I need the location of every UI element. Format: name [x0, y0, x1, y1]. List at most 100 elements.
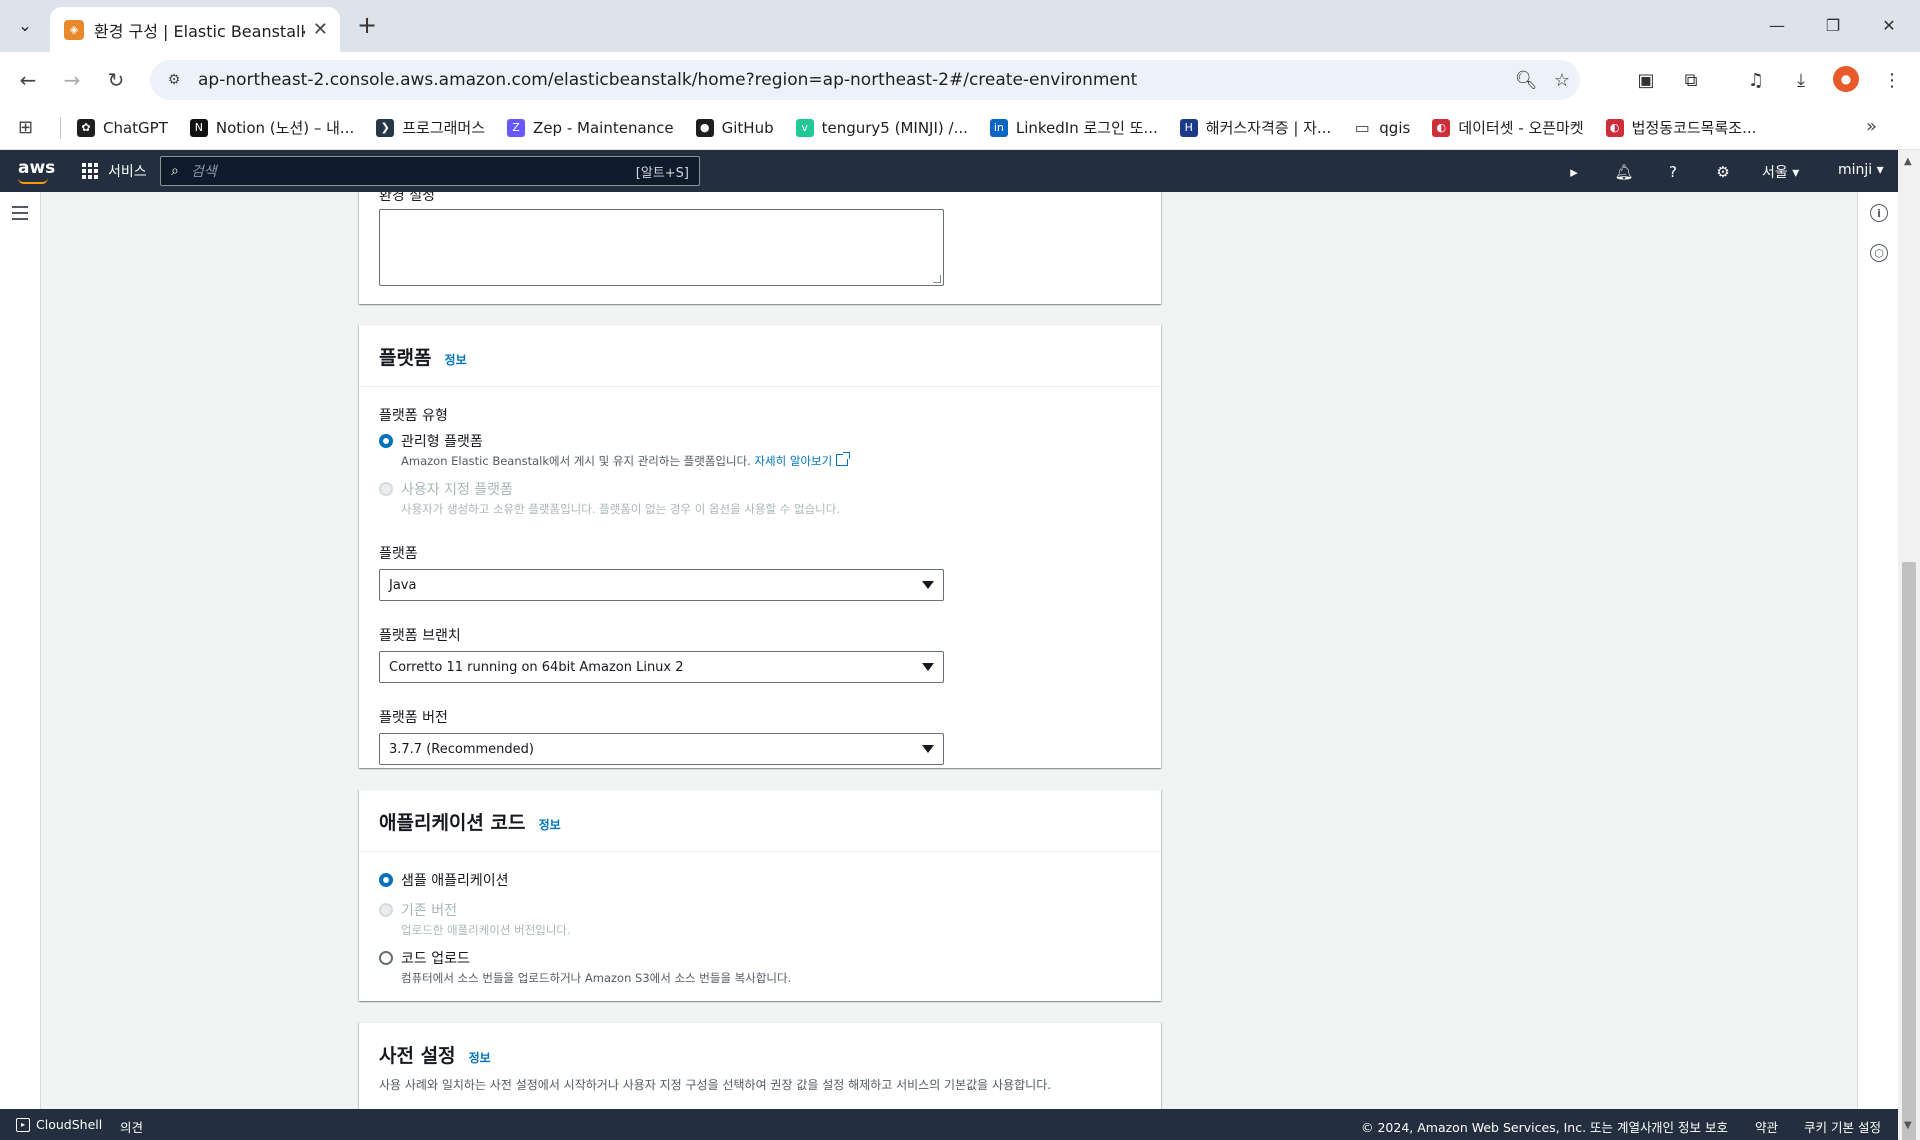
platform-branch-label: 플랫폼 브랜치	[379, 628, 461, 644]
sample-application-label: 샘플 애플리케이션	[401, 873, 509, 889]
back-arrow-icon[interactable]: ←	[12, 64, 44, 96]
bookmark-item[interactable]: ▭ qgis	[1353, 118, 1411, 137]
managed-platform-option[interactable]: 관리형 플랫폼 Amazon Elastic Beanstalk에서 게시 및 …	[379, 431, 1141, 469]
bookmark-label: tengury5 (MINJI) /...	[821, 118, 968, 137]
tab-groups-icon[interactable]: ▣	[1630, 64, 1662, 96]
bookmark-label: GitHub	[721, 118, 774, 137]
platform-panel-header: 플랫폼 정보	[359, 325, 1161, 387]
terms-link[interactable]: 약관	[1755, 1117, 1778, 1136]
help-icon[interactable]: ?	[1662, 161, 1684, 183]
url-text[interactable]: ap-northeast-2.console.aws.amazon.com/el…	[198, 70, 1508, 90]
feedback-link[interactable]: 의견	[120, 1117, 143, 1136]
upload-code-option[interactable]: 코드 업로드 컴퓨터에서 소스 번들을 업로드하거나 Amazon S3에서 소…	[379, 948, 1141, 986]
sample-application-option[interactable]: 샘플 애플리케이션	[379, 870, 1141, 890]
managed-platform-radio[interactable]	[379, 434, 393, 448]
bookmark-star-icon[interactable]: ☆	[1544, 70, 1580, 91]
bookmark-item[interactable]: Z Zep - Maintenance	[507, 118, 674, 137]
existing-version-radio	[379, 903, 393, 917]
page-scrollbar[interactable]: ▲ ▼	[1898, 150, 1920, 1140]
bookmark-item[interactable]: v tengury5 (MINJI) /...	[795, 118, 968, 137]
region-selector[interactable]: 서울 ▾	[1762, 162, 1799, 182]
forward-arrow-icon[interactable]: →	[56, 64, 88, 96]
platform-select[interactable]: Java	[379, 569, 944, 601]
extensions-puzzle-icon[interactable]: ⧉	[1675, 64, 1707, 96]
tutorial-hexagon-icon[interactable]: ⬡	[1870, 244, 1888, 262]
tab-close-icon[interactable]: ✕	[313, 19, 328, 40]
programmers-icon: ❯	[376, 118, 395, 137]
bookmark-label: ChatGPT	[103, 118, 168, 137]
aws-search-input[interactable]: ⌕ 검색 [알트+S]	[160, 156, 700, 186]
browser-tab-active[interactable]: ◈ 환경 구성 | Elastic Beanstalk | ... ✕	[50, 7, 340, 52]
privacy-link[interactable]: 개인 정보 보호	[1651, 1117, 1728, 1136]
korea-icon: ◐	[1605, 118, 1624, 137]
application-code-title: 애플리케이션 코드	[379, 812, 526, 834]
media-control-icon[interactable]: ♫	[1740, 64, 1772, 96]
bookmarks-overflow-chevron-icon[interactable]: »	[1866, 116, 1877, 137]
search-placeholder: 검색	[190, 164, 217, 180]
zoom-icon[interactable]: 🔍︎	[1508, 70, 1544, 91]
site-settings-icon[interactable]: ⚙	[164, 70, 184, 90]
hamburger-menu-icon[interactable]	[12, 206, 28, 224]
services-label: 서비스	[108, 164, 147, 180]
platform-panel-body: 플랫폼 유형 관리형 플랫폼 Amazon Elastic Beanstalk에…	[359, 387, 1161, 785]
settings-gear-icon[interactable]: ⚙	[1712, 161, 1734, 183]
cloudshell-terminal-icon: ▸	[16, 1117, 30, 1132]
window-minimize-icon[interactable]: —	[1754, 8, 1800, 42]
scroll-down-arrow-icon[interactable]: ▼	[1904, 1120, 1912, 1131]
upload-code-radio[interactable]	[379, 951, 393, 965]
bookmark-item[interactable]: ◐ 법정동코드목록조...	[1605, 117, 1756, 138]
external-link-icon	[836, 452, 851, 466]
aws-console-header: aws 서비스 ⌕ 검색 [알트+S] ▸ 🔔︎ ? ⚙ 서울 ▾ minji …	[0, 150, 1898, 192]
profile-avatar[interactable]: ●	[1833, 66, 1859, 92]
account-menu[interactable]: minji ▾	[1838, 162, 1884, 178]
reload-icon[interactable]: ↻	[100, 64, 132, 96]
bookmark-item[interactable]: N Notion (노션) – 내...	[189, 117, 355, 138]
velog-icon: v	[795, 118, 814, 137]
info-panel-icon[interactable]: i	[1870, 204, 1888, 222]
application-code-info-link[interactable]: 정보	[539, 818, 561, 832]
cloudshell-icon[interactable]: ▸	[1563, 161, 1585, 183]
bookmark-item[interactable]: H 해커스자격증 | 자...	[1179, 117, 1331, 138]
bookmarks-bar: ⊞ ✿ ChatGPT N Notion (노션) – 내... ❯ 프로그래머스 Z Zep…	[0, 106, 1920, 150]
aws-logo[interactable]: aws	[18, 158, 55, 178]
window-restore-icon[interactable]: ❐	[1810, 8, 1856, 42]
bookmark-list: ✿ ChatGPT N Notion (노션) – 내... ❯ 프로그래머스 Z Zep -…	[77, 117, 1778, 138]
presets-description: 사용 사례와 일치하는 사전 설정에서 시작하거나 사용자 지정 구성을 선택하…	[379, 1078, 1052, 1092]
scrollbar-thumb[interactable]	[1902, 562, 1916, 1140]
bookmark-item[interactable]: ❯ 프로그래머스	[376, 117, 485, 138]
bookmark-item[interactable]: ● GitHub	[695, 118, 774, 137]
textarea-resize-handle[interactable]	[933, 275, 941, 283]
apps-grid-icon[interactable]: ⊞	[18, 117, 46, 138]
platform-version-value: 3.7.7 (Recommended)	[389, 741, 534, 757]
browser-toolbar: ← → ↻ ⚙ ap-northeast-2.console.aws.amazo…	[0, 52, 1920, 106]
bookmark-label: Notion (노션) – 내...	[215, 119, 355, 137]
bookmark-item[interactable]: ◐ 데이터셋 - 오픈마켓	[1432, 117, 1584, 138]
platform-version-select[interactable]: 3.7.7 (Recommended)	[379, 733, 944, 765]
presets-info-link[interactable]: 정보	[469, 1051, 491, 1065]
platform-panel: 플랫폼 정보 플랫폼 유형 관리형 플랫폼 Amazon Elastic Bea…	[359, 324, 1161, 768]
address-bar[interactable]: ⚙ ap-northeast-2.console.aws.amazon.com/…	[150, 60, 1580, 100]
new-tab-plus-icon[interactable]: +	[352, 10, 382, 40]
tab-search-chevron-icon[interactable]: ⌄	[10, 10, 40, 40]
learn-more-link[interactable]: 자세히 알아보기	[754, 454, 832, 468]
bookmark-label: 프로그래머스	[402, 119, 486, 137]
services-menu-button[interactable]: 서비스	[82, 161, 147, 181]
downloads-icon[interactable]: ⤓	[1785, 64, 1817, 96]
platform-select-label: 플랫폼	[379, 546, 418, 562]
github-icon: ●	[695, 118, 714, 137]
managed-platform-label: 관리형 플랫폼	[401, 434, 483, 450]
platform-info-link[interactable]: 정보	[445, 353, 467, 367]
window-close-icon[interactable]: ✕	[1866, 8, 1912, 42]
notifications-bell-icon[interactable]: 🔔︎	[1613, 161, 1635, 183]
scroll-up-arrow-icon[interactable]: ▲	[1904, 156, 1912, 167]
caret-down-icon	[922, 745, 934, 753]
custom-platform-option: 사용자 지정 플랫폼 사용자가 생성하고 소유한 플랫폼입니다. 플랫폼이 없는…	[379, 479, 1141, 517]
cookie-preferences-link[interactable]: 쿠키 기본 설정	[1804, 1117, 1881, 1136]
browser-menu-kebab-icon[interactable]: ⋮	[1876, 64, 1908, 96]
platform-branch-select[interactable]: Corretto 11 running on 64bit Amazon Linu…	[379, 651, 944, 683]
bookmark-item[interactable]: in LinkedIn 로그인 또...	[989, 117, 1158, 138]
bookmark-item[interactable]: ✿ ChatGPT	[77, 118, 168, 137]
cloudshell-button[interactable]: ▸ CloudShell	[16, 1117, 102, 1132]
environment-description-textarea[interactable]	[379, 209, 944, 286]
sample-application-radio[interactable]	[379, 873, 393, 887]
